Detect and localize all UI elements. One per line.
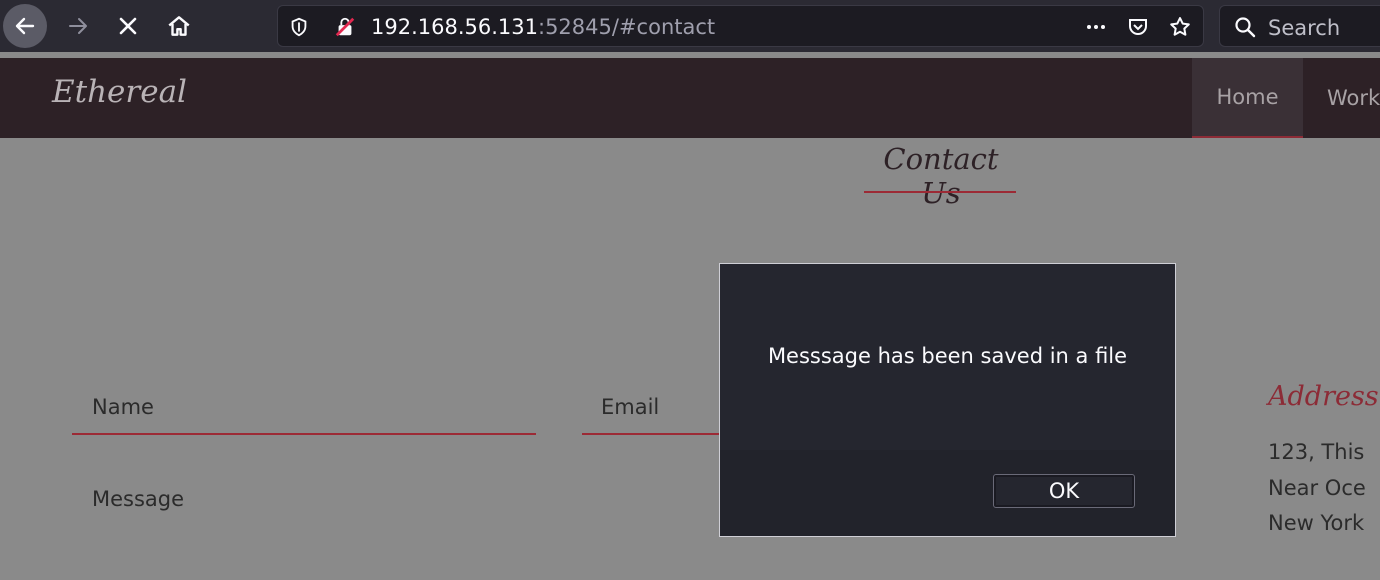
back-arrow-icon (15, 17, 35, 35)
search-icon (1233, 15, 1257, 43)
insecure-lock-icon[interactable] (334, 16, 356, 42)
home-button[interactable] (157, 4, 201, 48)
nav-home[interactable]: Home (1192, 58, 1303, 138)
pocket-icon[interactable] (1125, 14, 1151, 40)
ok-button[interactable]: OK (993, 474, 1135, 508)
message-field[interactable]: Message (92, 487, 184, 511)
forward-button[interactable] (56, 4, 100, 48)
forward-arrow-icon (69, 18, 87, 34)
url-host: 192.168.56.131 (371, 15, 538, 39)
name-field[interactable]: Name (92, 395, 154, 419)
search-placeholder: Search (1268, 16, 1341, 40)
address-line: 123, This (1268, 440, 1365, 464)
home-icon (168, 16, 190, 36)
site-header: Ethereal Home Work (0, 58, 1380, 138)
dialog-message: Messsage has been saved in a file (767, 344, 1128, 368)
url-bar[interactable]: 192.168.56.131:52845/#contact (277, 5, 1204, 47)
star-icon[interactable] (1167, 14, 1193, 40)
stop-icon (119, 17, 137, 35)
nav-work[interactable]: Work (1312, 58, 1380, 138)
title-underline (864, 191, 1016, 193)
more-icon[interactable] (1083, 14, 1109, 40)
alert-dialog: Messsage has been saved in a file OK (719, 263, 1176, 537)
back-button[interactable] (3, 4, 47, 48)
contact-title: Contact Us (883, 142, 999, 210)
search-bar[interactable]: Search (1219, 5, 1380, 47)
url-path: :52845/#contact (538, 15, 716, 39)
url-text[interactable]: 192.168.56.131:52845/#contact (371, 15, 715, 39)
shield-icon[interactable] (288, 16, 310, 42)
dialog-footer: OK (720, 450, 1175, 536)
address-line: New York (1268, 511, 1365, 535)
stop-button[interactable] (106, 4, 150, 48)
browser-toolbar: 192.168.56.131:52845/#contact Search (0, 0, 1380, 52)
site-logo[interactable]: Ethereal (52, 74, 187, 110)
email-field-underline (582, 433, 722, 435)
email-field[interactable]: Email (601, 395, 659, 419)
name-field-underline (72, 433, 536, 435)
address-line: Near Oce (1268, 476, 1366, 500)
address-title: Address (1268, 381, 1379, 412)
